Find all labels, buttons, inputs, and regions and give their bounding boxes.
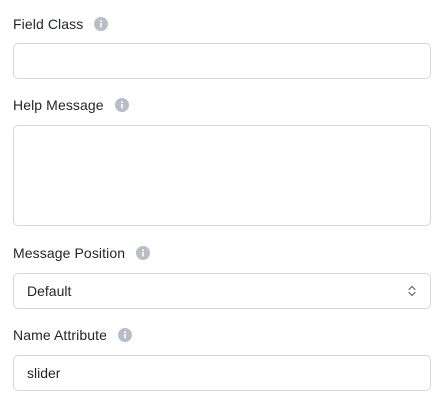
name-attribute-label: Name Attribute xyxy=(13,327,107,343)
help-message-label-row: Help Message xyxy=(13,95,129,115)
info-icon[interactable] xyxy=(136,246,151,260)
help-message-label: Help Message xyxy=(13,97,104,113)
message-position-selected-value: Default xyxy=(27,283,72,299)
field-class-label: Field Class xyxy=(13,16,84,32)
info-icon[interactable] xyxy=(114,98,129,112)
name-attribute-input[interactable] xyxy=(13,355,431,391)
message-position-select[interactable]: Default xyxy=(13,273,431,309)
message-position-label: Message Position xyxy=(13,245,126,261)
name-attribute-label-row: Name Attribute xyxy=(13,325,132,345)
field-class-input[interactable] xyxy=(13,43,431,79)
chevron-updown-icon xyxy=(408,285,416,297)
info-icon[interactable] xyxy=(118,328,132,342)
help-message-textarea[interactable] xyxy=(13,125,431,226)
message-position-label-row: Message Position xyxy=(13,243,151,263)
field-class-label-row: Field Class xyxy=(13,14,109,34)
info-icon[interactable] xyxy=(94,17,109,31)
